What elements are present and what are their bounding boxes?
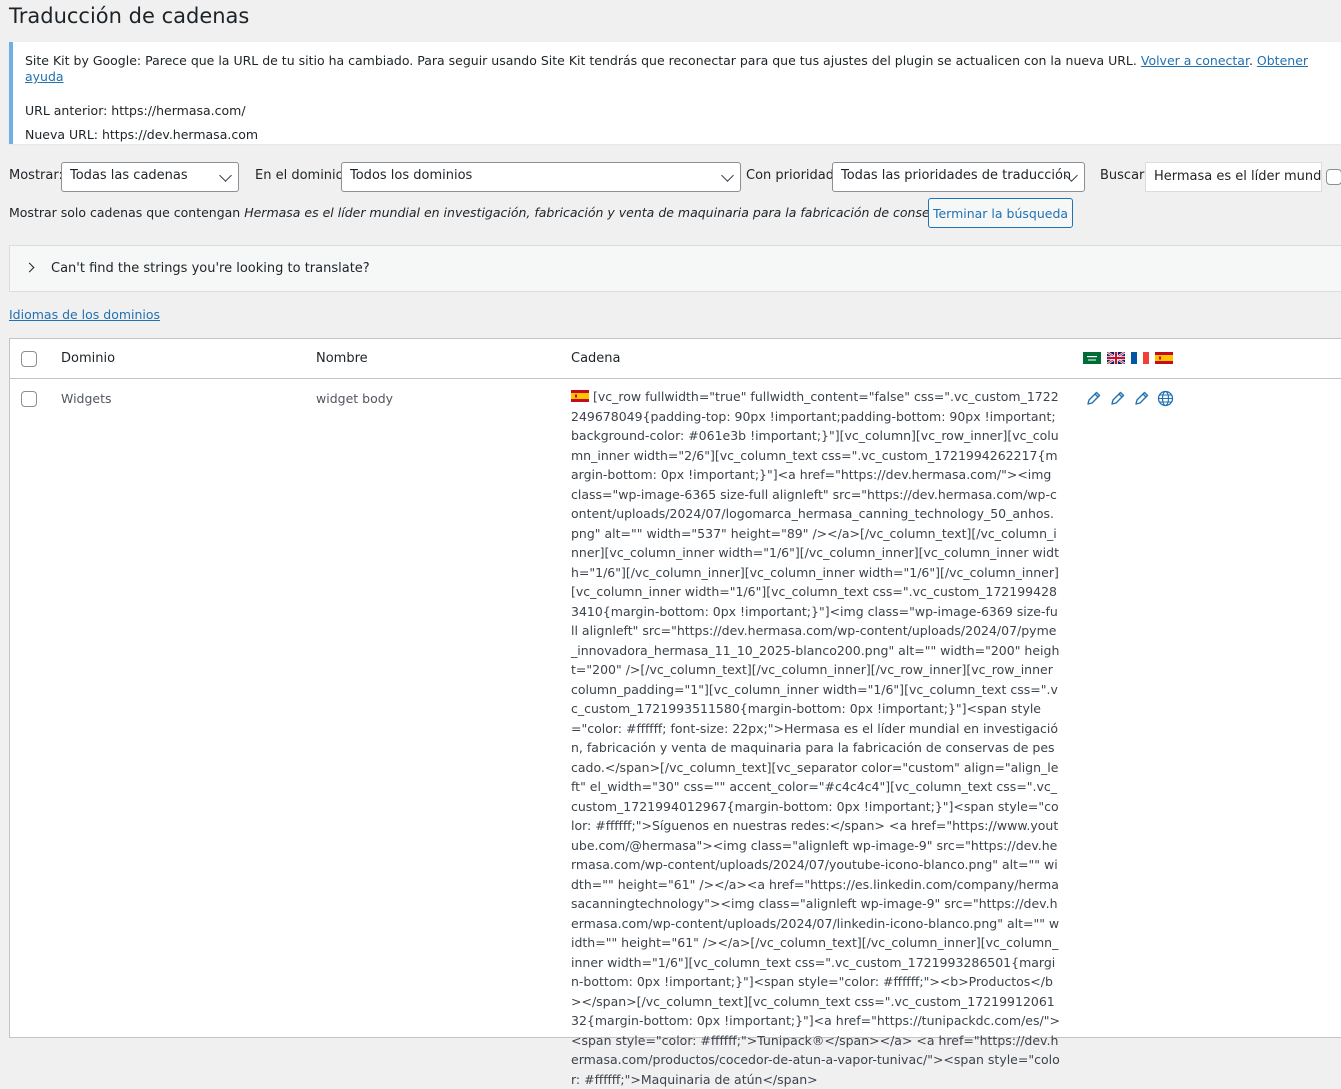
column-domain[interactable]: Dominio (61, 351, 115, 366)
search-info-term: Hermasa es el líder mundial en investiga… (244, 205, 1033, 220)
site-kit-notice: Site Kit by Google: Parece que la URL de… (9, 42, 1341, 144)
page-title: Traducción de cadenas (9, 4, 250, 28)
chevron-down-icon (219, 169, 232, 182)
flag-spain-icon (571, 390, 589, 402)
row-checkbox[interactable] (21, 391, 37, 407)
table-header: Dominio Nombre Cadena (10, 339, 1341, 379)
flag-spain-icon (1155, 352, 1173, 364)
search-info-prefix: Mostrar solo cadenas que contengan (9, 205, 241, 220)
domain-languages-link[interactable]: Idiomas de los dominios (9, 307, 160, 322)
search-input-value: Hermasa es el líder mundi (1154, 169, 1322, 184)
column-string[interactable]: Cadena (571, 351, 621, 366)
accordion-label: Can't find the strings you're looking to… (51, 261, 370, 276)
pencil-icon[interactable] (1109, 390, 1126, 407)
priority-label: Con prioridad: (746, 168, 839, 183)
row-domain: Widgets (61, 391, 112, 406)
domain-select[interactable]: Todos los dominios (341, 162, 741, 192)
search-option-checkbox[interactable] (1326, 169, 1341, 185)
old-url: URL anterior: https://hermasa.com/ (25, 102, 246, 118)
show-select-value: Todas las cadenas (70, 168, 188, 183)
notice-text: Site Kit by Google: Parece que la URL de… (25, 53, 1309, 85)
domain-select-value: Todos los dominios (350, 168, 473, 183)
search-info: Mostrar solo cadenas que contengan Herma… (9, 205, 1032, 220)
show-select[interactable]: Todas las cadenas (61, 162, 239, 192)
end-search-button[interactable]: Terminar la búsqueda (928, 198, 1073, 228)
show-label: Mostrar: (9, 168, 63, 183)
flag-saudi-arabia-icon (1083, 352, 1101, 364)
search-label: Buscar: (1100, 168, 1149, 183)
flag-france-icon (1131, 352, 1149, 364)
reconnect-link[interactable]: Volver a conectar (1141, 53, 1249, 68)
filters-bar: Mostrar: Todas las cadenas En el dominio… (9, 162, 1341, 192)
search-input[interactable]: Hermasa es el líder mundi (1145, 162, 1322, 192)
column-name[interactable]: Nombre (316, 351, 368, 366)
row-name: widget body (316, 391, 394, 406)
priority-select[interactable]: Todas las prioridades de traducción (832, 162, 1085, 192)
domain-label: En el dominio: (255, 168, 348, 183)
new-url: Nueva URL: https://dev.hermasa.com (25, 126, 259, 142)
notice-message: Site Kit by Google: Parece que la URL de… (25, 53, 1137, 68)
select-all-checkbox[interactable] (21, 351, 37, 367)
row-string-text: [vc_row fullwidth="true" fullwidth_conte… (571, 389, 1060, 1087)
chevron-down-icon (721, 169, 734, 182)
strings-table: Dominio Nombre Cadena Widgets widget bod… (9, 338, 1341, 1087)
pencil-icon[interactable] (1133, 390, 1150, 407)
chevron-right-icon (24, 262, 35, 273)
flag-uk-icon (1107, 352, 1125, 364)
globe-icon[interactable] (1157, 390, 1174, 407)
pencil-icon[interactable] (1085, 390, 1102, 407)
row-string: [vc_row fullwidth="true" fullwidth_conte… (571, 387, 1061, 1089)
missing-strings-accordion[interactable]: Can't find the strings you're looking to… (9, 245, 1341, 292)
priority-select-value: Todas las prioridades de traducción (841, 168, 1072, 183)
